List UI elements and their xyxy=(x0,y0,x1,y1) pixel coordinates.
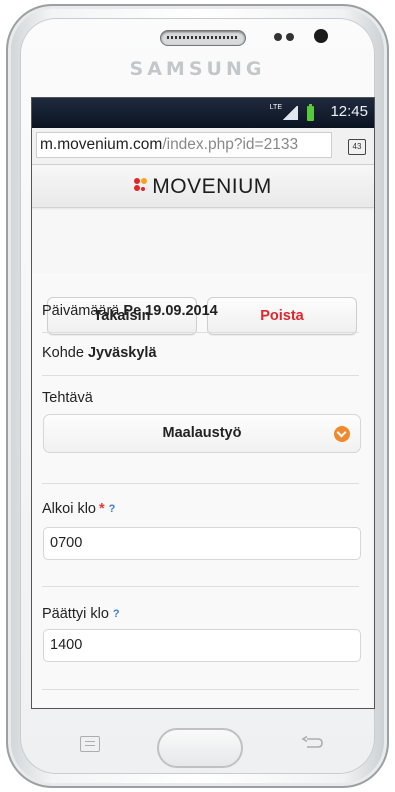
back-key-icon[interactable] xyxy=(301,736,325,750)
tab-count-button[interactable]: 43 xyxy=(348,139,366,155)
divider xyxy=(42,375,359,376)
sensor-dot xyxy=(286,33,294,41)
logo-text: MOVENIUM xyxy=(152,175,272,198)
date-row: Päivämäärä Pe 19.09.2014 xyxy=(42,303,359,319)
end-time-input[interactable]: 1400 xyxy=(43,629,361,662)
target-row: Kohde Jyväskylä xyxy=(42,345,359,361)
start-time-help-icon[interactable]: ? xyxy=(109,503,116,515)
status-bar: LTE 12:45 xyxy=(32,98,374,128)
sensor-dot xyxy=(274,33,282,41)
end-time-label: Päättyi klo xyxy=(42,606,109,622)
start-time-input[interactable]: 0700 xyxy=(43,527,361,560)
url-input[interactable]: m.movenium.com/index.php?id=2133 xyxy=(36,132,332,158)
divider xyxy=(42,586,359,587)
task-select[interactable]: Maalaustyö xyxy=(43,414,361,453)
divider xyxy=(42,483,359,484)
url-path: /index.php?id=2133 xyxy=(162,136,299,153)
date-value: Pe 19.09.2014 xyxy=(123,303,218,319)
task-label: Tehtävä xyxy=(42,390,93,406)
divider xyxy=(42,332,359,333)
device-brand: SAMSUNG xyxy=(129,58,266,80)
battery-icon xyxy=(307,104,314,121)
signal-icon xyxy=(282,106,298,120)
task-selected-value: Maalaustyö xyxy=(162,425,242,441)
earpiece-speaker xyxy=(160,30,246,46)
start-time-label: Alkoi klo xyxy=(42,501,96,517)
url-host: m.movenium.com xyxy=(40,136,163,153)
end-time-label-row: Päättyi klo? xyxy=(42,606,359,622)
browser-address-bar: m.movenium.com/index.php?id=2133 43 xyxy=(32,128,374,165)
target-value: Jyväskylä xyxy=(87,345,157,361)
chevron-down-icon xyxy=(334,426,350,442)
network-type: LTE xyxy=(269,104,282,111)
start-time-label-row: Alkoi klo *? xyxy=(42,501,359,517)
home-button[interactable] xyxy=(157,728,243,768)
date-label: Päivämäärä xyxy=(42,303,120,319)
divider xyxy=(42,689,359,690)
movenium-logo-icon xyxy=(134,178,148,194)
app-header: MOVENIUM xyxy=(32,165,374,208)
status-time: 12:45 xyxy=(330,103,368,120)
front-camera xyxy=(314,29,328,43)
required-mark: * xyxy=(99,501,105,517)
target-label: Kohde xyxy=(42,345,84,361)
device-nav-bar xyxy=(0,726,395,776)
end-time-help-icon[interactable]: ? xyxy=(113,608,120,620)
menu-key-icon[interactable] xyxy=(80,736,100,752)
app-logo[interactable]: MOVENIUM xyxy=(32,175,374,199)
